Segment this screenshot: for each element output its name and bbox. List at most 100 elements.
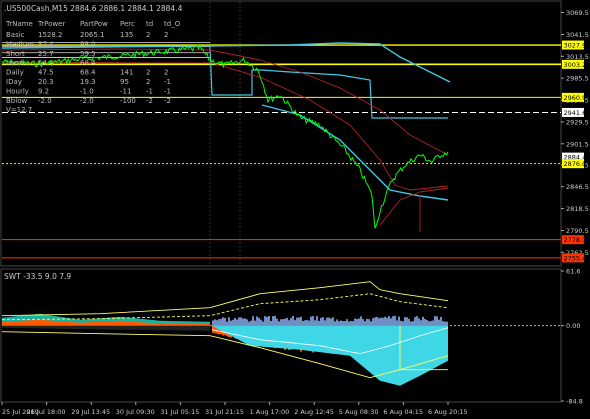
time-tick-label: 29 Jul 13:45 (71, 408, 110, 416)
blue-bar (222, 317, 224, 326)
table-cell: 68.4 (80, 69, 96, 77)
blue-bar (322, 317, 324, 326)
blue-bar (352, 321, 354, 326)
price-tick-label: 2846.5 (566, 183, 589, 191)
blue-bar (344, 321, 346, 326)
blue-bar (242, 318, 244, 326)
blue-bar (216, 320, 218, 326)
table-cell: -1 (146, 87, 153, 95)
table-cell: -2 (146, 97, 153, 105)
blue-bar (360, 316, 362, 326)
indicator-tick-label: -84.8 (566, 398, 583, 406)
time-tick-label: 30 Jul 09:30 (116, 408, 155, 416)
table-cell: Hourly (6, 87, 29, 95)
level-tag-text: 3027.9 (564, 42, 587, 50)
blue-bar (426, 319, 428, 326)
blue-bar (224, 317, 226, 326)
table-cell: -2.0 (38, 97, 52, 105)
table-cell: -1.0 (80, 87, 94, 95)
table-cell: IDay (6, 78, 22, 86)
blue-bar (332, 317, 334, 326)
table-cell: -1 (164, 87, 171, 95)
blue-bar (390, 318, 392, 326)
blue-bar (282, 319, 284, 326)
table-cell: Daily (6, 69, 24, 77)
blue-bar (246, 319, 248, 326)
time-tick-label: 26 Jul 18:00 (27, 408, 66, 416)
blue-bar (438, 319, 440, 326)
blue-bar (412, 321, 414, 326)
indicator-tick-label: 61.6 (566, 268, 580, 276)
price-tick-label: 2818.5 (566, 205, 589, 213)
blue-bar (324, 320, 326, 326)
price-tick-label: 2790.5 (566, 227, 589, 235)
blue-bar (396, 320, 398, 326)
table-cell: 98.0 (80, 40, 96, 48)
blue-bar (270, 321, 272, 326)
blue-bar (402, 321, 404, 326)
blue-bar (330, 318, 332, 326)
blue-bar (294, 320, 296, 326)
table-header-cell: TrName (5, 20, 33, 28)
blue-bar (342, 321, 344, 326)
table-cell: 2 (164, 31, 168, 39)
table-cell: Bblow (6, 97, 27, 105)
table-header-cell: td (146, 20, 153, 28)
blue-bar (384, 316, 386, 326)
blue-bar (220, 318, 222, 326)
blue-bar (328, 317, 330, 326)
level-tag-text: 2960.9 (564, 94, 587, 102)
blue-bar (358, 318, 360, 326)
blue-bar (348, 321, 350, 326)
blue-bar (354, 318, 356, 326)
blue-bar (442, 321, 444, 326)
table-cell: Short (6, 50, 25, 58)
table-cell: -100 (120, 97, 136, 105)
time-tick-label: 2 Aug 12:45 (294, 408, 334, 416)
blue-bar (228, 317, 230, 326)
time-tick-label: 31 Jul 21:15 (205, 408, 244, 416)
table-cell: -11 (120, 87, 131, 95)
blue-bar (214, 319, 216, 326)
price-tick-label: 2901.5 (566, 140, 589, 148)
indicator-title: SWT -33.5 9.0 7.9 (4, 272, 71, 281)
blue-bar (336, 319, 338, 326)
blue-bar (318, 320, 320, 326)
table-cell: 141 (120, 69, 133, 77)
blue-bar (350, 321, 352, 326)
blue-bar (326, 317, 328, 326)
blue-bar (244, 318, 246, 326)
blue-bar (232, 319, 234, 326)
blue-bar (286, 317, 288, 326)
table-cell: -1 (164, 78, 171, 86)
table-cell: 57.4 (38, 40, 54, 48)
blue-bar (258, 317, 260, 326)
blue-bar (334, 321, 336, 326)
table-cell: 2065.1 (80, 31, 105, 39)
blue-bar (368, 319, 370, 326)
blue-bar (274, 315, 276, 326)
blue-bar (420, 320, 422, 326)
blue-bar (398, 316, 400, 326)
blue-bar (234, 317, 236, 326)
blue-bar (260, 319, 262, 326)
table-cell: 54.4 (38, 59, 54, 67)
blue-bar (430, 321, 432, 326)
blue-bar (278, 321, 280, 326)
blue-bar (280, 319, 282, 326)
blue-bar (314, 320, 316, 326)
blue-bar (304, 320, 306, 326)
chart-window: 3069.53041.53013.52985.52957.52929.52901… (0, 0, 590, 419)
level-tag-text: 3003.2 (564, 61, 587, 69)
blue-bar (316, 316, 318, 326)
blue-bar (364, 321, 366, 326)
blue-bar (392, 316, 394, 326)
table-footer: V=12.7 (6, 106, 32, 114)
blue-bar (386, 317, 388, 326)
blue-bar (372, 318, 374, 326)
blue-bar (444, 321, 446, 326)
blue-bar (252, 316, 254, 326)
table-cell: 59.5 (80, 50, 96, 58)
blue-bar (308, 320, 310, 326)
price-tick-label: 3041.5 (566, 31, 589, 39)
